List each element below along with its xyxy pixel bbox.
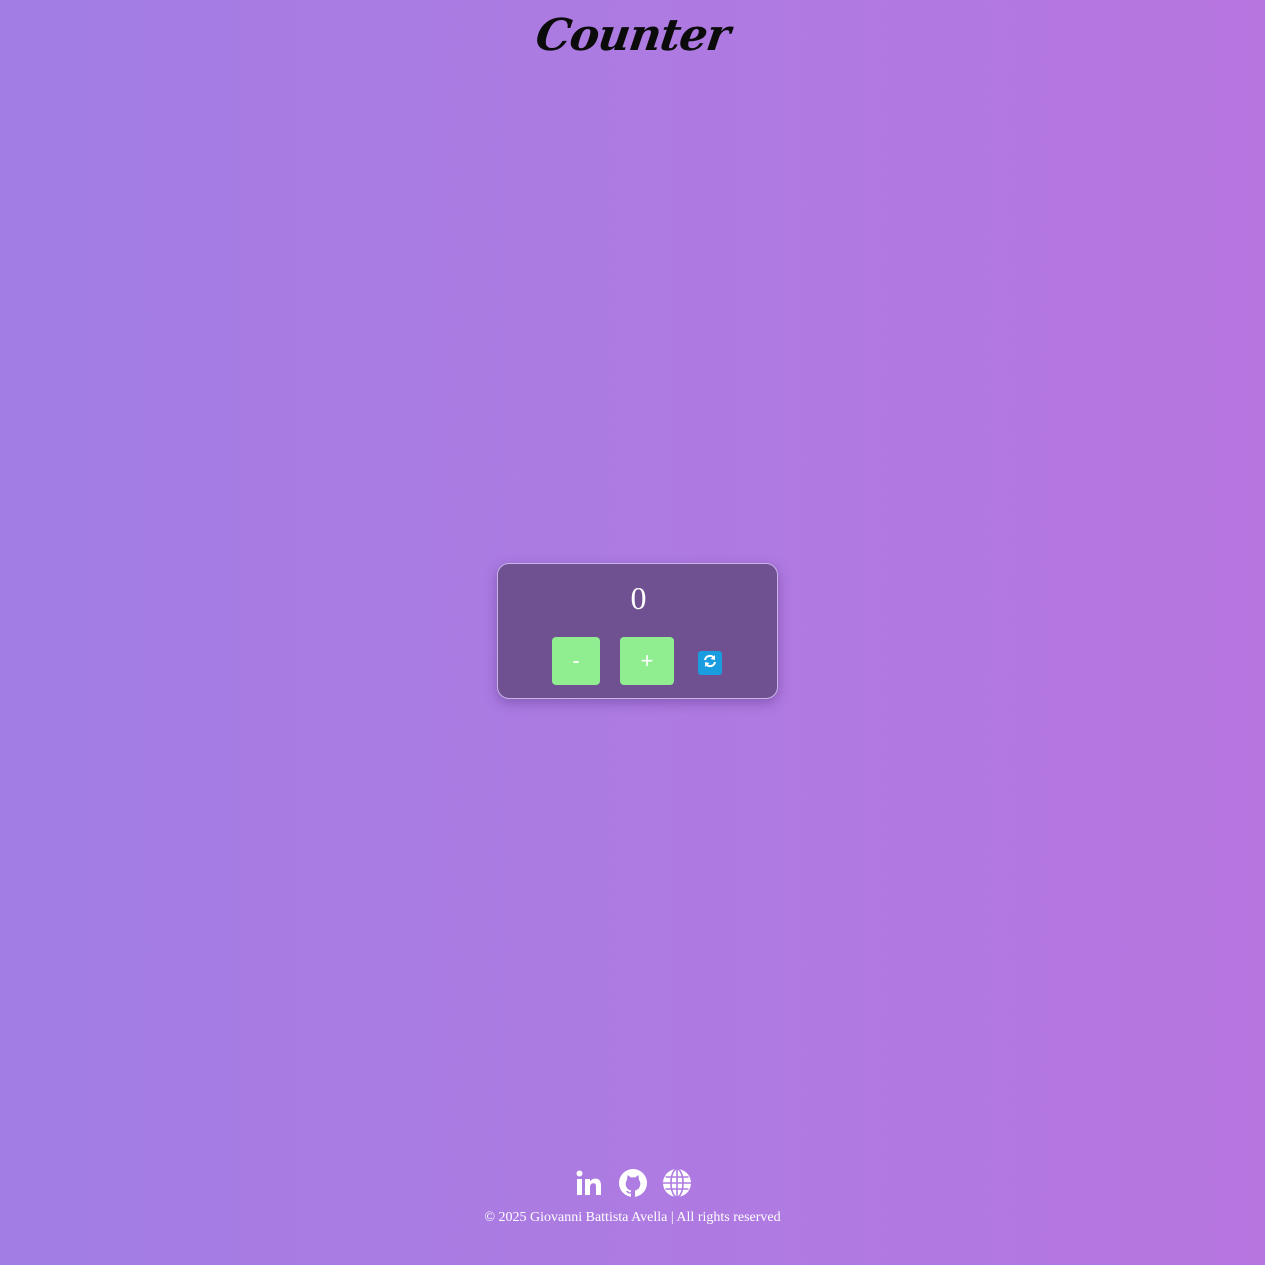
social-links: [0, 1167, 1265, 1199]
counter-card: 0 - +: [497, 563, 778, 699]
reset-button[interactable]: [698, 651, 722, 675]
refresh-icon: [702, 653, 718, 673]
increment-button[interactable]: +: [620, 637, 674, 685]
decrement-button[interactable]: -: [552, 637, 600, 685]
linkedin-icon[interactable]: [574, 1167, 604, 1199]
page-title: Counter: [532, 10, 733, 61]
globe-icon[interactable]: [662, 1167, 692, 1199]
github-icon[interactable]: [618, 1167, 648, 1199]
counter-value: 0: [630, 580, 647, 616]
copyright-text: © 2025 Giovanni Battista Avella | All ri…: [484, 1210, 781, 1225]
